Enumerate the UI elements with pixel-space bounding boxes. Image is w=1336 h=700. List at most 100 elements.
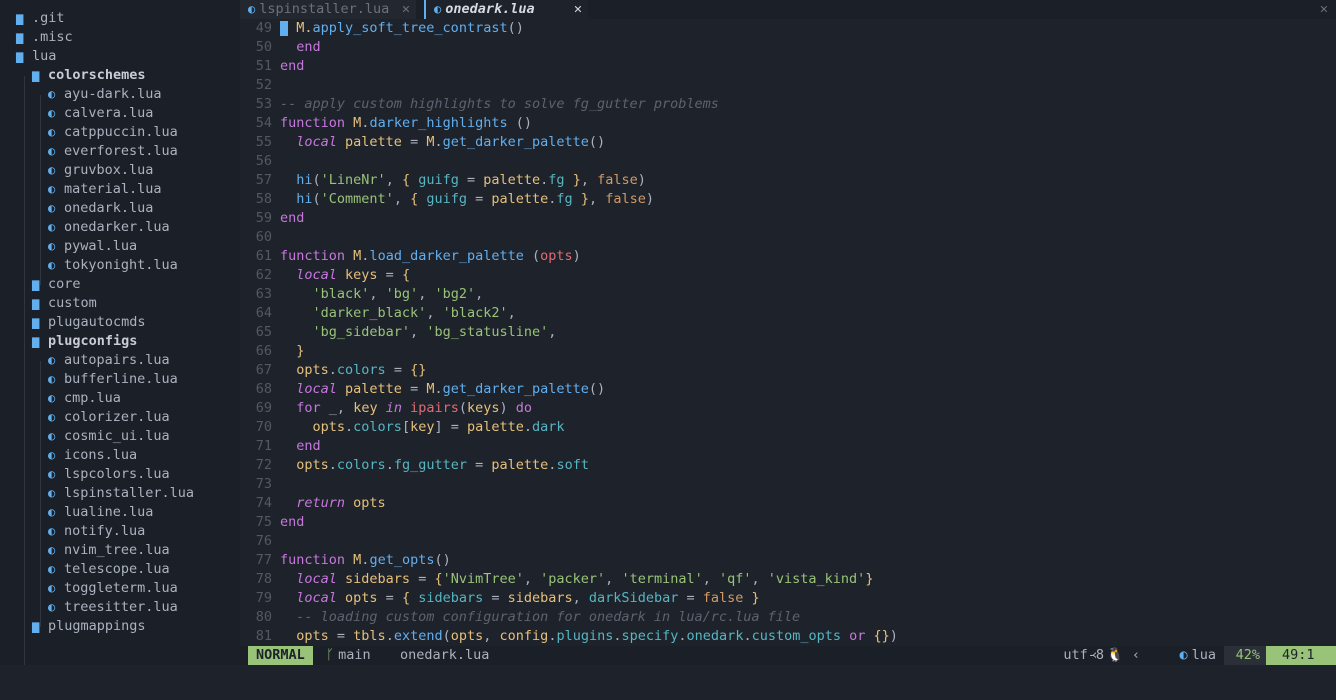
code-line[interactable]: 69 for _, key in ipairs(keys) do [240,399,1336,418]
code-text: end [280,513,304,532]
tree-file[interactable]: ◐ catppuccin.lua [48,123,178,142]
tree-folder[interactable]: ▆ core [32,275,81,294]
code-token: opts [345,590,378,606]
code-line[interactable]: 63 'black', 'bg', 'bg2', [240,285,1336,304]
code-token: or [841,628,874,644]
tree-file[interactable]: ◐ colorizer.lua [48,408,170,427]
tree-file[interactable]: ◐ nvim_tree.lua [48,541,170,560]
tree-file[interactable]: ◐ ayu-dark.lua [48,85,162,104]
code-token: opts [280,628,329,644]
tree-item-label: tokyonight.lua [64,257,178,273]
code-line[interactable]: 76 [240,532,1336,551]
code-line[interactable]: 73 [240,475,1336,494]
code-line[interactable]: 52 [240,76,1336,95]
tree-file[interactable]: ◐ notify.lua [48,522,145,541]
tree-folder[interactable]: ▆ lua [16,47,56,66]
tree-file[interactable]: ◐ material.lua [48,180,162,199]
tree-file[interactable]: ◐ everforest.lua [48,142,178,161]
tree-file[interactable]: ◐ icons.lua [48,446,137,465]
code-line[interactable]: 74 return opts [240,494,1336,513]
tree-folder[interactable]: ▆ plugconfigs [32,332,137,351]
code-line[interactable]: 67 opts.colors = {} [240,361,1336,380]
tree-file[interactable]: ◐ tokyonight.lua [48,256,178,275]
tree-folder[interactable]: ▆ colorschemes [32,66,146,85]
tree-item-label: icons.lua [64,447,138,463]
tab-close-icon[interactable]: ✕ [402,0,410,19]
tree-file[interactable]: ◐ telescope.lua [48,560,170,579]
tree-item-label: .misc [32,29,73,45]
code-line[interactable]: 70 opts.colors[key] = palette.dark [240,418,1336,437]
code-line[interactable]: 68 local palette = M.get_darker_palette(… [240,380,1336,399]
code-line[interactable]: 79 local opts = { sidebars = sidebars, d… [240,589,1336,608]
tree-folder[interactable]: ▆ .misc [16,28,73,47]
tab-onedark[interactable]: ◐ onedark.lua ✕ [424,0,588,19]
tree-file[interactable]: ◐ onedark.lua [48,199,153,218]
code-line[interactable]: 56 [240,152,1336,171]
tab-lspinstaller[interactable]: ◐ lspinstaller.lua ✕ [240,0,416,19]
code-token: , [475,286,484,302]
tree-file[interactable]: ◐ lualine.lua [48,503,153,522]
close-window-icon[interactable]: ✕ [1320,0,1328,19]
code-line[interactable]: 58 hi('Comment', { guifg = palette.fg },… [240,190,1336,209]
tree-folder[interactable]: ▆ plugautocmds [32,313,146,332]
code-line[interactable]: 51 end [240,57,1336,76]
code-line[interactable]: 78 local sidebars = {'NvimTree', 'packer… [240,570,1336,589]
tree-file[interactable]: ◐ gruvbox.lua [48,161,153,180]
code-line[interactable]: 72 opts.colors.fg_gutter = palette.soft [240,456,1336,475]
tree-folder[interactable]: ▆ .git [16,9,65,28]
code-line[interactable]: 53 -- apply custom highlights to solve fg… [240,95,1336,114]
code-token: do [515,400,533,416]
code-line[interactable]: 50 end [240,38,1336,57]
code-text: end [280,209,304,228]
tree-folder[interactable]: ▆ plugmappings [32,617,146,636]
lua-file-icon: ◐ [48,600,56,614]
tree-folder[interactable]: ▆ custom [32,294,97,313]
code-token: = [377,590,402,606]
code-token: . [434,134,443,150]
code-line[interactable]: 49 M.apply_soft_tree_contrast() [240,19,1336,38]
code-line[interactable]: 61 function M.load_darker_palette (opts) [240,247,1336,266]
code-token: , [605,571,622,587]
code-line[interactable]: 64 'darker_black', 'black2', [240,304,1336,323]
tab-label: lspinstaller.lua [259,1,390,17]
code-token: for [280,400,329,416]
tree-file[interactable]: ◐ treesitter.lua [48,598,178,617]
code-token: -- apply custom highlights to solve fg_g… [280,96,719,112]
code-token: = [467,457,492,473]
code-line[interactable]: 80 -- loading custom configuration for o… [240,608,1336,627]
tree-file[interactable]: ◐ cmp.lua [48,389,121,408]
tree-file[interactable]: ◐ bufferline.lua [48,370,178,389]
code-line[interactable]: 77 function M.get_opts() [240,551,1336,570]
code-line[interactable]: 60 [240,228,1336,247]
code-line[interactable]: 55 local palette = M.get_darker_palette(… [240,133,1336,152]
tree-file[interactable]: ◐ lspinstaller.lua [48,484,194,503]
code-line[interactable]: 66 } [240,342,1336,361]
tree-file[interactable]: ◐ onedarker.lua [48,218,170,237]
tree-file[interactable]: ◐ autopairs.lua [48,351,170,370]
tree-file[interactable]: ◐ cosmic_ui.lua [48,427,170,446]
tree-file[interactable]: ◐ lspcolors.lua [48,465,170,484]
lua-file-icon: ◐ [48,562,56,576]
code-line[interactable]: 62 local keys = { [240,266,1336,285]
code-token: , [393,191,411,207]
code-token: 'vista_kind' [767,571,866,587]
code-token: fg [556,191,573,207]
branch-name: main [338,647,371,663]
code-line[interactable]: 71 end [240,437,1336,456]
tree-file[interactable]: ◐ pywal.lua [48,237,137,256]
line-number: 65 [255,324,272,340]
code-line[interactable]: 75 end [240,513,1336,532]
command-line[interactable] [0,665,1336,700]
tab-close-icon[interactable]: ✕ [574,0,582,19]
line-number: 61 [255,248,272,264]
code-line[interactable]: 54 function M.darker_highlights () [240,114,1336,133]
tree-file[interactable]: ◐ calvera.lua [48,104,153,123]
tree-item-label: .git [32,10,65,26]
code-line[interactable]: 81 opts = tbls.extend(opts, config.plugi… [240,627,1336,646]
tree-file[interactable]: ◐ toggleterm.lua [48,579,178,598]
code-editor[interactable]: 49 M.apply_soft_tree_contrast() 50 end 51 e… [240,19,1336,646]
tree-item-label: onedarker.lua [64,219,170,235]
code-line[interactable]: 65 'bg_sidebar', 'bg_statusline', [240,323,1336,342]
code-line[interactable]: 59 end [240,209,1336,228]
code-line[interactable]: 57 hi('LineNr', { guifg = palette.fg }, … [240,171,1336,190]
